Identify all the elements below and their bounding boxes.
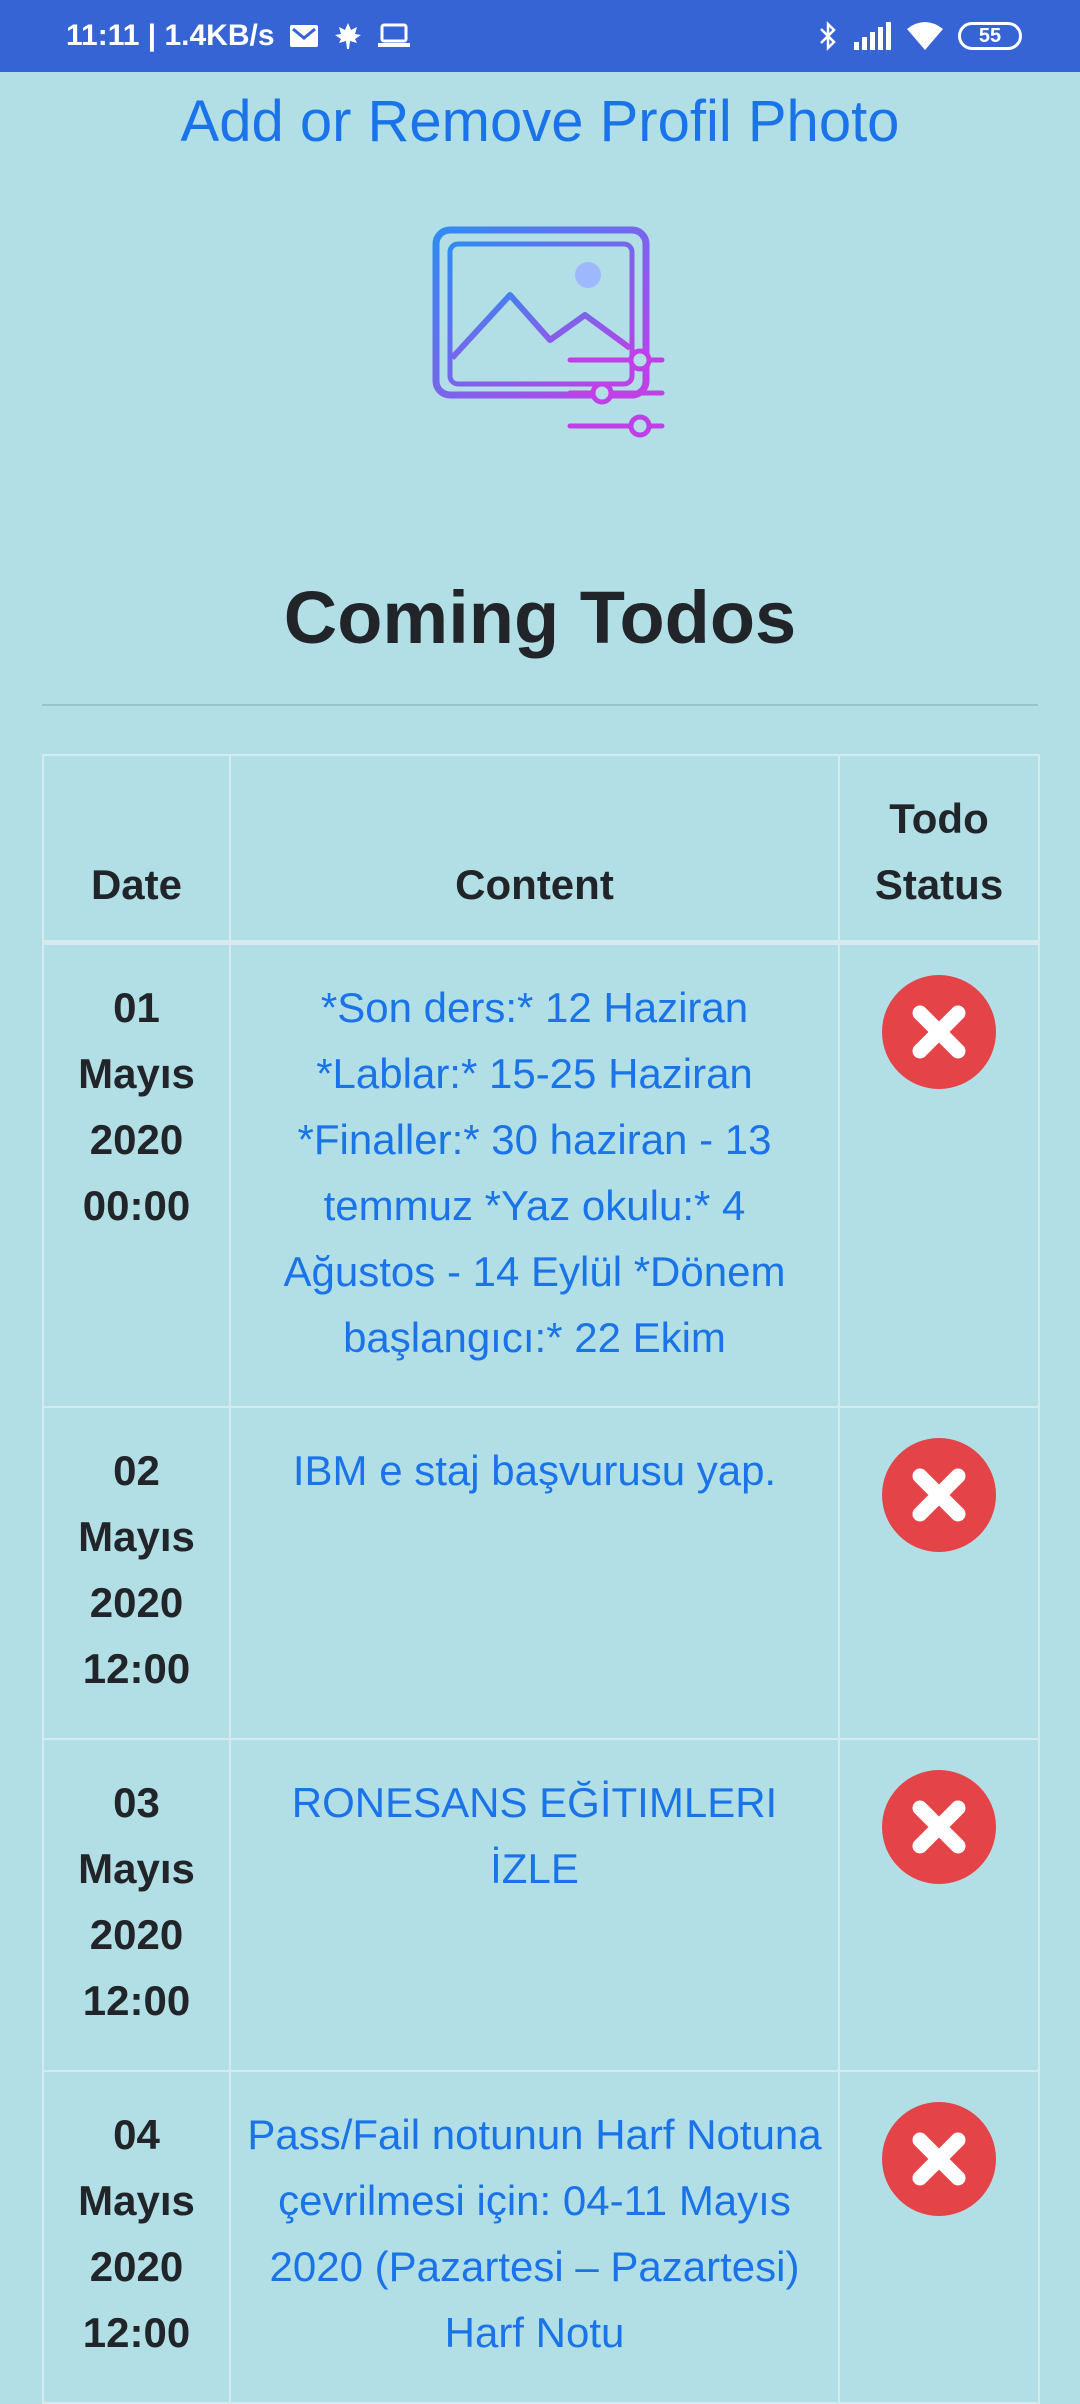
date-day: 01 — [113, 984, 160, 1031]
battery-icon: 55 — [958, 22, 1022, 50]
date-time: 12:00 — [82, 2308, 191, 2356]
table-row: 03 Mayıs 2020 12:00 RONESANS EĞİTIMLERI … — [42, 1737, 1040, 2072]
date-cell: 02 Mayıs 2020 12:00 — [42, 1405, 231, 1740]
content-cell: IBM e staj başvurusu yap. — [229, 1405, 840, 1740]
wifi-icon — [906, 21, 944, 51]
table-row: 04 Mayıs 2020 12:00 Pass/Fail notunun Ha… — [42, 2069, 1040, 2404]
status-bar-left: 11:11 | 1.4KB/s — [66, 19, 411, 53]
mail-icon — [289, 24, 319, 48]
todos-table: Date Content Todo Status 01 Mayıs 2020 0… — [42, 754, 1040, 2404]
add-remove-profile-photo-link[interactable]: Add or Remove Profil Photo — [0, 88, 1080, 155]
date-day: 03 — [113, 1778, 160, 1826]
status-bar-right: 55 — [818, 20, 1022, 52]
date-time: 00:00 — [82, 1182, 191, 1229]
date-cell: 03 Mayıs 2020 12:00 — [42, 1737, 231, 2072]
table-row: 02 Mayıs 2020 12:00 IBM e staj başvurusu… — [42, 1405, 1040, 1740]
table-header-row: Date Content Todo Status — [42, 754, 1040, 944]
content-column-header: Content — [229, 754, 840, 944]
status-column-header: Todo Status — [838, 754, 1040, 944]
close-circle-icon[interactable] — [882, 975, 996, 1089]
todo-content-link[interactable]: RONESANS EĞİTIMLERI İZLE — [292, 1779, 777, 1892]
date-day: 02 — [113, 1446, 160, 1494]
status-cell — [838, 1737, 1040, 2072]
status-cell — [838, 1405, 1040, 1740]
content-cell: *Son ders:* 12 Haziran *Lablar:* 15-25 H… — [229, 941, 840, 1408]
date-month: Mayıs — [78, 1512, 195, 1560]
maple-leaf-icon — [333, 21, 363, 51]
date-column-header: Date — [42, 754, 231, 944]
date-day: 04 — [113, 2110, 160, 2158]
date-time: 12:00 — [82, 1976, 191, 2024]
content-cell: RONESANS EĞİTIMLERI İZLE — [229, 1737, 840, 2072]
content-cell: Pass/Fail notunun Harf Notuna çevrilmesi… — [229, 2069, 840, 2404]
table-row: 01 Mayıs 2020 00:00 *Son ders:* 12 Hazir… — [42, 941, 1040, 1408]
date-cell: 04 Mayıs 2020 12:00 — [42, 2069, 231, 2404]
signal-icon — [852, 22, 892, 50]
divider — [42, 704, 1038, 706]
date-cell: 01 Mayıs 2020 00:00 — [42, 941, 231, 1408]
todo-content-link[interactable]: *Son ders:* 12 Haziran *Lablar:* 15-25 H… — [284, 984, 786, 1361]
todo-content-link[interactable]: IBM e staj başvurusu yap. — [293, 1447, 776, 1494]
date-month: Mayıs — [78, 1050, 195, 1097]
status-cell — [838, 2069, 1040, 2404]
close-circle-icon[interactable] — [882, 1437, 996, 1552]
close-circle-icon[interactable] — [882, 1769, 996, 1884]
status-bar: 11:11 | 1.4KB/s 55 — [0, 0, 1080, 72]
date-year: 2020 — [89, 1910, 184, 1958]
laptop-icon — [377, 23, 411, 49]
status-cell — [838, 941, 1040, 1408]
section-title: Coming Todos — [283, 576, 797, 659]
date-month: Mayıs — [78, 1844, 195, 1892]
date-year: 2020 — [89, 2242, 184, 2290]
date-month: Mayıs — [78, 2176, 195, 2224]
todo-content-link[interactable]: Pass/Fail notunun Harf Notuna çevrilmesi… — [247, 2111, 821, 2356]
date-year: 2020 — [89, 1578, 184, 1626]
date-time: 12:00 — [82, 1644, 191, 1692]
status-time-speed: 11:11 | 1.4KB/s — [66, 19, 275, 52]
close-circle-icon[interactable] — [882, 2101, 996, 2216]
date-year: 2020 — [89, 1116, 184, 1163]
bluetooth-icon — [818, 20, 838, 52]
image-settings-icon[interactable] — [430, 200, 670, 445]
